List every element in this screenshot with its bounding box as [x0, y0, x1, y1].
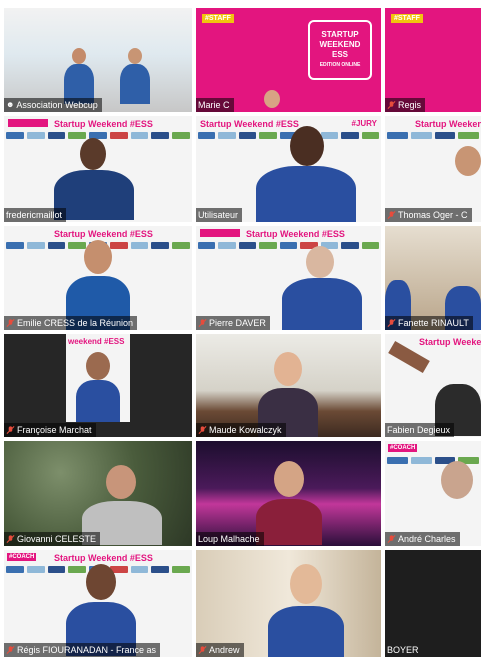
participant-name-label: Thomas Oger - C — [385, 208, 472, 222]
video-tile-fredericmaillot[interactable]: Startup Weekend #ESS fredericmaillot — [4, 116, 192, 222]
banner-title: Startup Weekend #ESS — [246, 229, 345, 239]
participant-name: André Charles — [398, 534, 456, 544]
participant-video — [451, 146, 481, 216]
participant-name-label: fredericmaillot — [4, 208, 67, 222]
participant-name-label: ☻ Association Webcup — [4, 98, 102, 112]
participant-name: Utilisateur — [198, 210, 239, 220]
mic-muted-icon — [387, 535, 396, 543]
event-tag — [8, 119, 48, 127]
participant-name-label: BOYER — [385, 643, 423, 657]
participant-name: Pierre DAVER — [209, 318, 266, 328]
video-tile-regis[interactable]: #STAFF Regis — [385, 8, 481, 112]
participant-name: BOYER — [387, 645, 419, 655]
video-tile-thomas-oger[interactable]: Startup Weekend #ESS Thomas Oger - C — [385, 116, 481, 222]
participant-name-label: André Charles — [385, 532, 460, 546]
participant-video — [282, 246, 362, 330]
participant-name: Marie C — [198, 100, 230, 110]
video-tile-boyer[interactable]: BOYER — [385, 550, 481, 657]
participant-name-label: Maude Kowalczyk — [196, 423, 286, 437]
mic-muted-icon — [387, 211, 396, 219]
video-tile-andrew[interactable]: Andrew — [196, 550, 381, 657]
mic-muted-icon — [6, 426, 15, 434]
video-gallery: ☻ Association Webcup #STAFF STARTUP WEEK… — [0, 0, 481, 657]
participant-name-label: Fabien Degieux — [385, 423, 455, 437]
banner-title: Startup Weekend #ESS — [415, 119, 481, 129]
coach-tag: #COACH — [7, 553, 37, 561]
banner-title: Startup Weekend #ESS — [54, 553, 153, 563]
event-tag — [200, 229, 240, 237]
cropped-video: weekend #ESS — [66, 334, 130, 422]
participant-video — [435, 461, 481, 541]
participant-name-label: Marie C — [196, 98, 234, 112]
participant-name-label: Emilie CRESS de la Réunion — [4, 316, 138, 330]
participant-name-label: Fanette RINAULT — [385, 316, 473, 330]
mic-muted-icon — [6, 535, 15, 543]
mic-muted-icon — [6, 646, 15, 654]
banner-title: Startup Weekend #ESS — [54, 229, 153, 239]
participant-name-label: Loup Malhache — [196, 532, 264, 546]
video-tile-pierre-daver[interactable]: Startup Weekend #ESS Pierre DAVER — [196, 226, 381, 330]
participant-video — [256, 126, 356, 222]
video-tile-fabien-degieux[interactable]: Startup Weekend #ESS Fabien Degieux — [385, 334, 481, 437]
video-tile-regis-fiouranadan[interactable]: #COACH Startup Weekend #ESS Régis FIOURA… — [4, 550, 192, 657]
participant-name: Andrew — [209, 645, 240, 655]
participant-name: Fanette RINAULT — [398, 318, 469, 328]
sponsor-logos — [387, 132, 479, 139]
participant-name: Maude Kowalczyk — [209, 425, 282, 435]
dark-background — [385, 550, 481, 657]
participant-name: Emilie CRESS de la Réunion — [17, 318, 134, 328]
participant-video — [54, 138, 134, 220]
user-icon: ☻ — [6, 100, 15, 109]
mic-muted-icon — [387, 101, 396, 109]
pink-background — [385, 8, 481, 112]
video-tile-giovanni-celeste[interactable]: Giovanni CELESTE — [4, 441, 192, 546]
participant-name-label: Regis — [385, 98, 426, 112]
video-tile-maude-kowalczyk[interactable]: Maude Kowalczyk — [196, 334, 381, 437]
staff-tag: #STAFF — [202, 14, 234, 23]
participant-name-label: Françoise Marchat — [4, 423, 96, 437]
video-tile-francoise-marchat[interactable]: weekend #ESS Françoise Marchat — [4, 334, 192, 437]
participant-name-label: Utilisateur — [196, 208, 243, 222]
participant-name-label: Giovanni CELESTE — [4, 532, 101, 546]
participant-name: Fabien Degieux — [387, 425, 451, 435]
video-tile-marie-c[interactable]: #STAFF STARTUP WEEKEND ESS EDITION ONLIN… — [196, 8, 381, 112]
banner-title: Startup Weekend #ESS — [419, 337, 481, 347]
participant-name-label: Pierre DAVER — [196, 316, 270, 330]
mic-muted-icon — [198, 319, 207, 327]
participant-name: Giovanni CELESTE — [17, 534, 97, 544]
mic-muted-icon — [198, 646, 207, 654]
participant-name: fredericmaillot — [6, 210, 63, 220]
video-tile-emilie-cress[interactable]: Startup Weekend #ESS Emilie CRESS de la … — [4, 226, 192, 330]
video-tile-association-webcup[interactable]: ☻ Association Webcup — [4, 8, 192, 112]
mic-muted-icon — [198, 426, 207, 434]
participant-name: Régis FIOURANADAN - France as — [17, 645, 157, 655]
video-tile-loup-malhache[interactable]: Loup Malhache — [196, 441, 381, 546]
mic-muted-icon — [6, 319, 15, 327]
participant-name: Regis — [398, 100, 422, 110]
participant-name: Françoise Marchat — [17, 425, 92, 435]
video-tile-fanette-rinault[interactable]: Fanette RINAULT — [385, 226, 481, 330]
participant-name: Association Webcup — [16, 100, 98, 110]
participant-video — [256, 90, 286, 112]
coach-tag: #COACH — [388, 444, 418, 452]
video-tile-andre-charles[interactable]: #COACH André Charles — [385, 441, 481, 546]
participant-name: Loup Malhache — [198, 534, 260, 544]
participant-video — [268, 564, 344, 657]
participant-video-2 — [120, 48, 150, 108]
participant-name-label: Andrew — [196, 643, 244, 657]
staff-tag: #STAFF — [391, 14, 423, 23]
video-tile-utilisateur[interactable]: Startup Weekend #ESS #JURY Utilisateur — [196, 116, 381, 222]
mic-muted-icon — [387, 319, 396, 327]
participant-video — [256, 461, 322, 545]
startup-weekend-logo: STARTUP WEEKEND ESS EDITION ONLINE — [308, 20, 372, 80]
banner-title: Startup Weekend #ESS — [54, 119, 153, 129]
participant-name-label: Régis FIOURANADAN - France as — [4, 643, 161, 657]
office-background — [4, 8, 192, 112]
participant-name: Thomas Oger - C — [398, 210, 468, 220]
